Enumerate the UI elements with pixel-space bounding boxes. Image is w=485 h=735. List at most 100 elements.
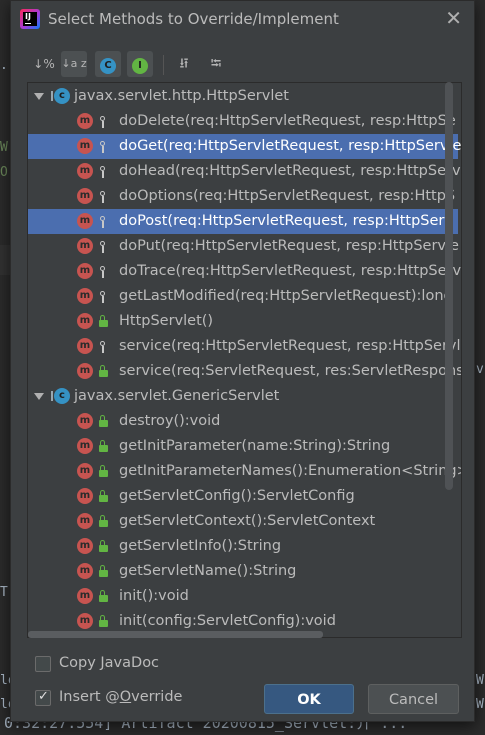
protected-key-icon xyxy=(97,184,109,209)
sort-by-visibility-button[interactable]: ↓% xyxy=(31,51,57,77)
method-icon: m xyxy=(77,138,93,154)
tree-method-row[interactable]: m destroy():void xyxy=(28,409,458,434)
dialog-title: Select Methods to Override/Implement xyxy=(48,10,339,28)
background-fragment: W xyxy=(0,140,8,155)
public-lock-icon xyxy=(97,534,109,559)
tree-method-row[interactable]: m getServletName():String xyxy=(28,559,458,584)
public-lock-icon xyxy=(97,309,109,334)
method-signature: getServletConfig():ServletConfig xyxy=(119,488,355,504)
insert-override-label-pre: Insert @ xyxy=(59,689,120,705)
tree-method-row[interactable]: m getInitParameterNames():Enumeration<Str… xyxy=(28,459,461,484)
method-icon: m xyxy=(77,213,93,229)
method-icon: m xyxy=(77,163,93,179)
override-methods-dialog: IJ Select Methods to Override/Implement … xyxy=(10,0,475,722)
method-icon: m xyxy=(77,513,93,529)
method-signature: doPost(req:HttpServletRequest, resp:Http… xyxy=(119,213,453,229)
method-signature: getServletInfo():String xyxy=(119,538,282,554)
method-icon: m xyxy=(77,588,93,604)
protected-key-icon xyxy=(97,284,109,309)
dialog-titlebar[interactable]: IJ Select Methods to Override/Implement … xyxy=(11,1,474,38)
public-lock-icon xyxy=(97,559,109,584)
show-classes-button[interactable]: C xyxy=(95,51,121,77)
insert-override-label-post: verride xyxy=(131,689,183,705)
intellij-idea-icon: IJ xyxy=(20,9,40,29)
show-interfaces-button[interactable]: I xyxy=(127,51,153,77)
tree-method-row[interactable]: m getInitParameter(name:String):String xyxy=(28,434,458,459)
background-fragment: v xyxy=(476,362,484,377)
method-icon: m xyxy=(77,338,93,354)
tree-method-row[interactable]: m service(req:ServletRequest, res:Servlet… xyxy=(28,359,461,384)
protected-key-icon xyxy=(97,209,109,234)
tree-method-row[interactable]: m doTrace(req:HttpServletRequest, resp:Ht… xyxy=(28,259,462,284)
method-signature: getInitParameterNames():Enumeration<Stri… xyxy=(119,463,462,479)
copy-javadoc-label-pre: Copy xyxy=(59,655,101,671)
method-signature: doTrace(req:HttpServletRequest, resp:Htt… xyxy=(119,263,462,279)
tree-method-row[interactable]: m getServletConfig():ServletConfig xyxy=(28,484,458,509)
tree-method-row[interactable]: m doPut(req:HttpServletRequest, resp:Http… xyxy=(28,234,459,259)
public-lock-icon xyxy=(97,509,109,534)
method-signature: init():void xyxy=(119,588,189,604)
tree-class-node[interactable]: c javax.servlet.http.HttpServlet xyxy=(28,84,458,109)
tree-method-row[interactable]: m getServletContext():ServletContext xyxy=(28,509,458,534)
tree-method-row[interactable]: m doHead(req:HttpServletRequest, resp:Htt… xyxy=(28,159,461,184)
insert-override-checkbox[interactable]: ✓ xyxy=(35,689,51,706)
method-icon: m xyxy=(77,288,93,304)
method-icon: m xyxy=(77,238,93,254)
method-signature: getServletContext():ServletContext xyxy=(119,513,376,529)
horizontal-scrollbar[interactable] xyxy=(28,631,323,638)
protected-key-icon xyxy=(97,259,109,284)
copy-javadoc-checkbox[interactable] xyxy=(35,656,51,672)
method-icon: m xyxy=(77,263,93,279)
class-filter-icon: C xyxy=(100,58,116,74)
tree-method-row[interactable]: m HttpServlet() xyxy=(28,309,458,334)
method-icon: m xyxy=(77,313,93,329)
expand-arrow-icon[interactable] xyxy=(34,393,44,400)
method-icon: m xyxy=(77,188,93,204)
method-signature: doPut(req:HttpServletRequest, resp:HttpS… xyxy=(119,238,459,254)
collapse-all-button[interactable]: ⭾ xyxy=(203,51,229,77)
method-signature: doDelete(req:HttpServletRequest, resp:Ht… xyxy=(119,113,456,129)
protected-key-icon xyxy=(97,159,109,184)
tree-method-row[interactable]: m doGet(req:HttpServletRequest, resp:Http… xyxy=(28,134,462,159)
method-icon: m xyxy=(77,488,93,504)
copy-javadoc-label[interactable]: Copy JavaDoc xyxy=(59,655,159,671)
cancel-button[interactable]: Cancel xyxy=(368,684,459,714)
method-signature: getLastModified(req:HttpServletRequest):… xyxy=(119,288,453,304)
method-signature: service(req:ServletRequest, res:ServletR… xyxy=(119,363,462,379)
expand-arrow-icon[interactable] xyxy=(34,93,44,100)
public-lock-icon xyxy=(97,584,109,609)
vertical-scrollbar[interactable] xyxy=(445,82,453,490)
method-signature: doGet(req:HttpServletRequest, resp:HttpS… xyxy=(119,138,462,154)
background-fragment: T xyxy=(0,585,8,600)
tree-method-row[interactable]: m getServletInfo():String xyxy=(28,534,458,559)
methods-tree[interactable]: c javax.servlet.http.HttpServlet m doDelete… xyxy=(27,82,462,638)
protected-key-icon xyxy=(97,109,109,134)
public-lock-icon xyxy=(97,434,109,459)
check-icon: ✓ xyxy=(38,689,49,704)
background-line-highlight xyxy=(0,245,10,275)
tree-method-row[interactable]: m doPost(req:HttpServletRequest, resp:Htt… xyxy=(28,209,458,234)
method-icon: m xyxy=(77,438,93,454)
method-signature: service(req:HttpServletRequest, resp:Htt… xyxy=(119,338,461,354)
public-lock-icon xyxy=(97,484,109,509)
ok-button[interactable]: OK xyxy=(264,684,354,714)
sort-alphabetically-button[interactable]: ↓a z xyxy=(61,51,87,77)
class-icon: c xyxy=(51,88,70,104)
method-icon: m xyxy=(77,563,93,579)
public-lock-icon xyxy=(97,409,109,434)
tree-method-row[interactable]: m getLastModified(req:HttpServletRequest)… xyxy=(28,284,458,309)
tree-method-row[interactable]: m doOptions(req:HttpServletRequest, resp:… xyxy=(28,184,458,209)
method-signature: doOptions(req:HttpServletRequest, resp:H… xyxy=(119,188,456,204)
tree-class-node[interactable]: c javax.servlet.GenericServlet xyxy=(28,384,458,409)
class-icon: c xyxy=(51,388,70,404)
tree-method-row[interactable]: m init():void xyxy=(28,584,458,609)
tree-method-row[interactable]: m service(req:HttpServletRequest, resp:Ht… xyxy=(28,334,461,359)
copy-javadoc-label-post: avaDoc xyxy=(104,655,160,671)
public-lock-icon xyxy=(97,459,109,484)
tree-method-row[interactable]: m doDelete(req:HttpServletRequest, resp:H… xyxy=(28,109,458,134)
insert-override-label[interactable]: Insert @Override xyxy=(59,689,182,705)
expand-all-button[interactable]: ⭿ xyxy=(171,51,197,77)
close-icon[interactable]: ✕ xyxy=(445,7,462,29)
class-name: javax.servlet.GenericServlet xyxy=(74,388,280,404)
method-signature: HttpServlet() xyxy=(119,313,214,329)
